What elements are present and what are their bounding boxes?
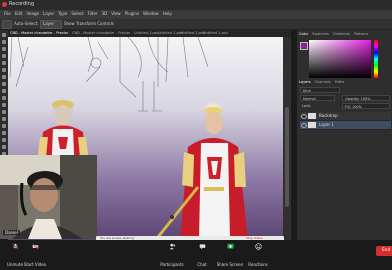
menu-item[interactable]: File — [4, 11, 11, 16]
history-brush-icon[interactable] — [2, 89, 6, 93]
type-tool-icon[interactable] — [2, 124, 6, 128]
menu-item[interactable]: 3D — [102, 11, 108, 16]
dodge-tool-icon[interactable] — [2, 110, 6, 114]
layer-thumbnail — [308, 113, 316, 119]
show-transform-checkbox[interactable]: Show Transform Controls — [64, 21, 114, 26]
path-select-icon[interactable] — [2, 131, 6, 135]
menu-item[interactable]: Type — [58, 11, 67, 16]
crop-tool-icon[interactable] — [2, 54, 6, 58]
recording-title: Recording — [9, 1, 35, 7]
menu-item[interactable]: Layer — [43, 11, 54, 16]
layer-name: Backdrop — [319, 113, 338, 118]
participants-button[interactable]: Participants — [155, 243, 189, 270]
eyedropper-tool-icon[interactable] — [2, 61, 6, 65]
visibility-eye-icon[interactable] — [301, 123, 307, 128]
layer-filter-input[interactable]: Kind — [300, 87, 340, 93]
participant-name: Daniel — [3, 230, 20, 235]
panel-tab[interactable]: Color — [299, 32, 308, 36]
scrollbar-thumb[interactable] — [285, 107, 289, 207]
layers-panel-tabs: Layers Channels Paths — [299, 80, 344, 84]
participants-icon — [169, 243, 175, 250]
share-screen-icon — [226, 243, 234, 249]
gradient-tool-icon[interactable] — [2, 103, 6, 107]
foreground-color-swatch[interactable] — [300, 42, 308, 50]
reactions-button[interactable]: Reactions — [241, 243, 275, 270]
video-camera-icon — [31, 243, 39, 250]
layer-thumbnail — [308, 122, 316, 128]
video-label: Start Video — [23, 262, 47, 267]
menu-item[interactable]: Select — [71, 11, 83, 16]
record-icon — [2, 2, 7, 7]
document-tab[interactable]: Untitled-1.psd — [134, 31, 159, 35]
document-tab[interactable]: Untitled-2.psd — [180, 31, 205, 35]
layer-name: Layer 1 — [319, 122, 334, 127]
end-meeting-button[interactable]: End — [376, 246, 392, 256]
blend-mode-select[interactable]: Normal — [300, 95, 335, 101]
hand-tool-icon[interactable] — [2, 145, 6, 149]
shape-tool-icon[interactable] — [2, 138, 6, 142]
document-tabs: CND - Moster chandelier - Preview.psd @ … — [8, 30, 291, 37]
menu-items: File Edit Image Layer Type Select Filter 3D View… — [4, 11, 172, 16]
app-menubar: File Edit Image Layer Type Select Filter 3D View… — [0, 10, 392, 19]
document-tab[interactable]: Untitled-1.psd — [203, 31, 228, 35]
video-button[interactable]: Start Video — [18, 243, 52, 270]
chat-label: Chat — [197, 262, 207, 267]
healing-tool-icon[interactable] — [2, 68, 6, 72]
layer-dropdown-label: Layer — [43, 21, 55, 26]
menu-item[interactable]: Window — [143, 11, 159, 16]
fill-field[interactable]: Fill: 100% — [342, 103, 390, 109]
panel-tab[interactable]: Paths — [335, 80, 345, 84]
share-screen-label: Share Screen — [216, 262, 244, 267]
move-tool-icon[interactable] — [2, 33, 6, 37]
chat-icon — [199, 244, 205, 250]
pen-tool-icon[interactable] — [2, 117, 6, 121]
document-tab[interactable]: CND - Moster chandelier - Preview.psd @ … — [72, 31, 130, 35]
menu-item[interactable]: Help — [163, 11, 172, 16]
lock-label: Lock: — [302, 104, 312, 108]
document-tab[interactable]: CND - Moster chandelier - Preview.psd @ … — [10, 31, 68, 35]
lasso-tool-icon[interactable] — [2, 47, 6, 51]
document-tab[interactable]: Untitled-1.psd — [158, 31, 183, 35]
panel-tab[interactable]: Layers — [299, 80, 311, 84]
panel-tab[interactable]: Patterns — [354, 32, 368, 36]
menu-item[interactable]: Image — [26, 11, 39, 16]
color-picker-field[interactable] — [309, 40, 371, 78]
color-panel-tabs: Color Swatches Gradients Patterns — [299, 32, 368, 36]
panel-tab[interactable]: Gradients — [333, 32, 350, 36]
opacity-field[interactable]: Opacity: 100% — [342, 95, 390, 101]
reactions-label: Reactions — [248, 262, 268, 267]
layer-row[interactable]: Backdrop — [300, 112, 391, 121]
smiley-icon — [254, 243, 262, 250]
eraser-tool-icon[interactable] — [2, 96, 6, 100]
right-panels: Color Swatches Gradients Patterns Layers Cha… — [296, 30, 392, 240]
auto-select-label: Auto-Select: — [14, 21, 39, 26]
menu-item[interactable]: Filter — [88, 11, 98, 16]
participants-label: Participants — [160, 262, 184, 267]
menu-item[interactable]: Plugins — [125, 11, 139, 16]
brush-tool-icon[interactable] — [2, 75, 6, 79]
visibility-eye-icon[interactable] — [301, 114, 307, 119]
move-tool-icon[interactable] — [2, 20, 12, 29]
webcam-video — [0, 155, 97, 239]
panel-tab[interactable]: Swatches — [312, 32, 329, 36]
panel-tab[interactable]: Channels — [315, 80, 331, 84]
webcam-video-tile: Daniel — [0, 155, 97, 239]
layer-row[interactable]: Layer 1 — [300, 121, 391, 130]
canvas-vertical-scrollbar[interactable] — [283, 37, 291, 240]
menu-item[interactable]: Edit — [15, 11, 23, 16]
hue-slider[interactable] — [374, 40, 378, 78]
options-bar: Auto-Select: Layer Show Transform Contro… — [0, 19, 392, 30]
stamp-tool-icon[interactable] — [2, 82, 6, 86]
meeting-toolbar: Unmute Start Video Participants Chat Sha… — [0, 240, 392, 267]
menu-item[interactable]: View — [111, 11, 121, 16]
marquee-tool-icon[interactable] — [2, 40, 6, 44]
